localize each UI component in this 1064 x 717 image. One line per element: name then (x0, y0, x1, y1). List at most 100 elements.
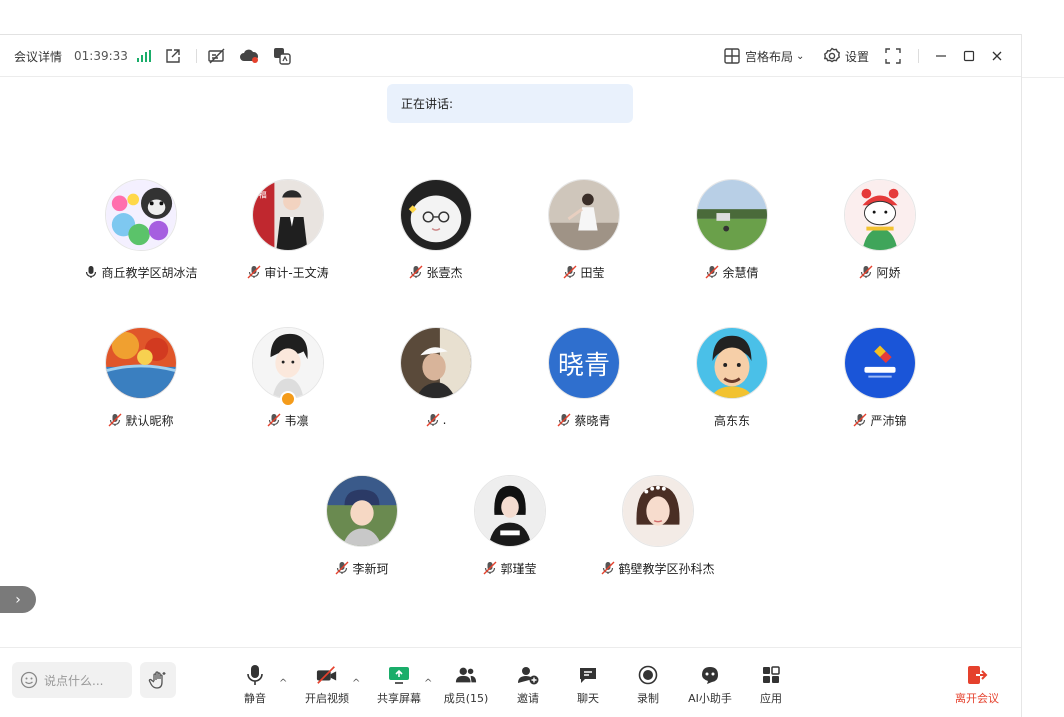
avatar (474, 475, 546, 547)
maximize-icon[interactable] (959, 46, 979, 66)
ai-assistant-button[interactable]: AI小助手 (678, 664, 742, 708)
participant-tile[interactable]: 田莹 (509, 179, 659, 289)
emoji-icon[interactable] (20, 671, 38, 689)
mic-muted-icon (267, 413, 281, 427)
participant-tile[interactable]: 晓青 蔡晓青 (509, 327, 659, 437)
avatar (844, 179, 916, 251)
meeting-app: 会议详情 01:39:33 宫格布局 ⌄ 设置 正在讲话: 商丘教学区胡冰洁 福… (0, 0, 1064, 717)
record-button[interactable]: 录制 (616, 664, 680, 708)
quick-chat-input[interactable]: 说点什么... (12, 662, 132, 698)
participant-name: 商丘教学区胡冰洁 (66, 264, 216, 280)
participant-name: 余慧倩 (657, 264, 807, 280)
close-icon[interactable] (987, 46, 1007, 66)
participant-tile[interactable]: 福 审计-王文涛 (213, 179, 363, 289)
svg-text:福: 福 (259, 191, 267, 200)
participant-tile[interactable]: 严沛锦 (805, 327, 955, 437)
chat-button[interactable]: 聊天 (556, 664, 620, 708)
record-icon (638, 665, 658, 685)
participant-name: 张壹杰 (361, 264, 511, 280)
participant-name: 默认昵称 (66, 412, 216, 428)
mic-muted-icon (409, 265, 423, 279)
share-screen-button[interactable]: 共享屏幕 (367, 664, 431, 708)
mic-muted-icon (853, 413, 867, 427)
participant-tile[interactable]: 郭瑾莹 (435, 475, 585, 585)
layout-label: 宫格布局 (745, 49, 794, 64)
signal-icon[interactable] (134, 46, 154, 66)
grid-layout-icon[interactable] (722, 46, 742, 66)
participant-name: 郭瑾莹 (435, 560, 585, 576)
invite-button[interactable]: 邀请 (496, 664, 560, 708)
apps-button[interactable]: 应用 (739, 664, 803, 708)
avatar (326, 475, 398, 547)
participant-name: 审计-王文涛 (213, 264, 363, 280)
right-panel-edge (1021, 34, 1064, 717)
host-badge-icon (280, 391, 296, 407)
minimize-icon[interactable] (931, 46, 951, 66)
participant-tile[interactable]: 默认昵称 (66, 327, 216, 437)
chat-placeholder: 说点什么... (44, 673, 104, 688)
no-captions-icon[interactable] (207, 46, 227, 66)
avatar (252, 327, 324, 399)
mic-muted-icon (426, 413, 440, 427)
raise-hand-button[interactable] (140, 662, 176, 698)
members-button[interactable]: 成员(15) (434, 664, 498, 708)
participant-name: 田莹 (509, 264, 659, 280)
avatar: 福 (252, 179, 324, 251)
chevron-right-icon: › (15, 591, 21, 608)
microphone-icon (247, 665, 263, 685)
meeting-details-link[interactable]: 会议详情 (14, 35, 62, 77)
layout-dropdown[interactable]: 宫格布局 ⌄ (745, 35, 804, 77)
expand-panel-button[interactable]: › (0, 586, 36, 613)
participant-name: . (361, 412, 511, 428)
mic-muted-icon (108, 413, 122, 427)
participant-tile[interactable]: 鹤壁教学区孙科杰 (583, 475, 733, 585)
meeting-window: 会议详情 01:39:33 宫格布局 ⌄ 设置 正在讲话: 商丘教学区胡冰洁 福… (0, 34, 1021, 711)
mic-muted-icon (557, 413, 571, 427)
members-icon (455, 667, 477, 683)
mic-muted-icon (335, 561, 349, 575)
interpretation-icon[interactable] (272, 46, 292, 66)
popout-icon[interactable] (163, 46, 183, 66)
participant-tile[interactable]: . (361, 327, 511, 437)
participant-tile[interactable]: 张壹杰 (361, 179, 511, 289)
raise-hand-icon (148, 671, 166, 689)
fullscreen-icon[interactable] (883, 46, 903, 66)
video-options-caret[interactable]: ^ (352, 678, 360, 689)
leave-meeting-button[interactable]: 离开会议 (945, 664, 1009, 708)
share-options-caret[interactable]: ^ (424, 678, 432, 689)
avatar: 晓青 (548, 327, 620, 399)
avatar (400, 327, 472, 399)
cloud-record-icon[interactable] (239, 46, 259, 66)
avatar (696, 179, 768, 251)
avatar (696, 327, 768, 399)
apps-icon (763, 666, 780, 683)
avatar-initials: 晓青 (557, 350, 610, 381)
participant-grid: 商丘教学区胡冰洁 福 审计-王文涛 张壹杰 田莹 余慧倩 阿娇 默认昵称 韦凛 … (0, 78, 1021, 638)
avatar (548, 179, 620, 251)
participant-tile[interactable]: 商丘教学区胡冰洁 (66, 179, 216, 289)
chevron-down-icon: ⌄ (796, 50, 805, 62)
bottom-toolbar: 说点什么... 静音 ^ 开启视频 ^ 共享屏幕 ^ 成员(15) 邀请 聊天 … (0, 647, 1021, 711)
participant-tile[interactable]: 高东东 (657, 327, 807, 437)
mic-muted-icon (483, 561, 497, 575)
ai-assistant-icon (702, 667, 718, 684)
settings-button[interactable]: 设置 (845, 35, 869, 77)
mic-muted-icon (247, 265, 261, 279)
participant-tile[interactable]: 余慧倩 (657, 179, 807, 289)
avatar (844, 327, 916, 399)
participant-name: 高东东 (713, 413, 750, 428)
start-video-button[interactable]: 开启视频 (295, 664, 359, 708)
mic-muted-icon (563, 265, 577, 279)
gear-icon[interactable] (822, 46, 842, 66)
video-off-icon (316, 666, 337, 684)
audio-options-caret[interactable]: ^ (279, 678, 287, 689)
participant-name: 韦凛 (213, 412, 363, 428)
participant-tile[interactable]: 韦凛 (213, 327, 363, 437)
participant-tile[interactable]: 李新珂 (287, 475, 437, 585)
participant-name: 鹤壁教学区孙科杰 (583, 560, 733, 576)
participant-name: 阿娇 (805, 264, 955, 280)
mic-muted-icon (601, 561, 615, 575)
leave-icon (968, 666, 988, 684)
participant-tile[interactable]: 阿娇 (805, 179, 955, 289)
mute-button[interactable]: 静音 (223, 664, 287, 708)
